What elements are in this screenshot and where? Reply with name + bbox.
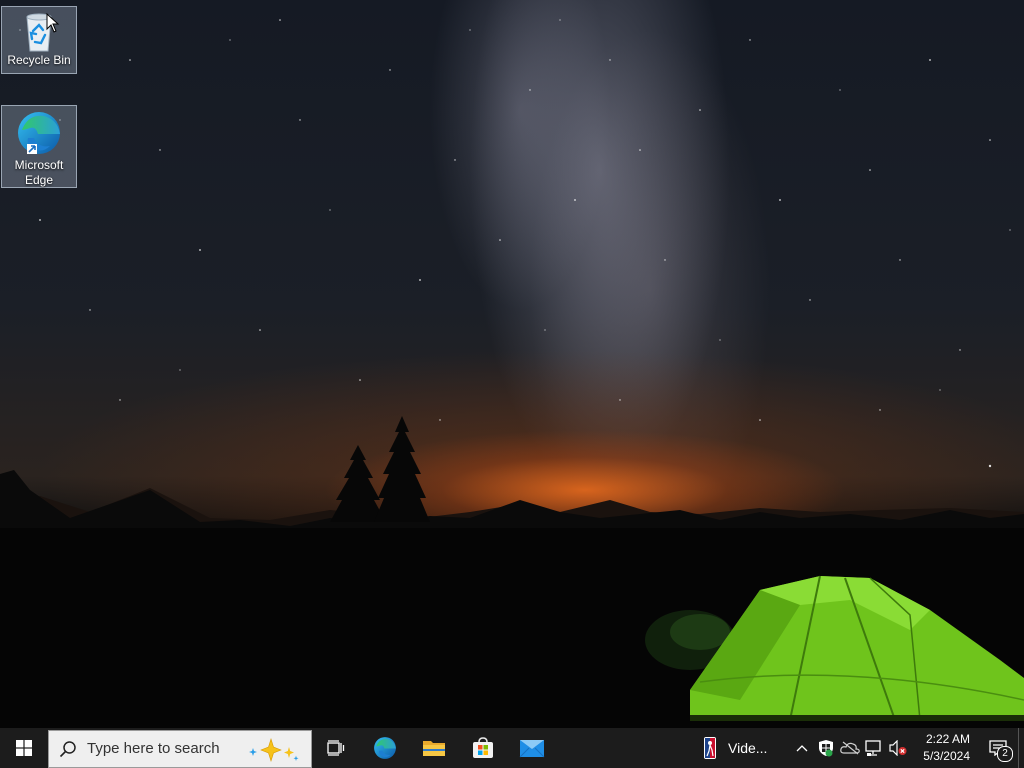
clock[interactable]: 2:22 AM 5/3/2024 [916, 731, 970, 765]
store-icon [472, 737, 493, 758]
search-input[interactable] [87, 740, 257, 757]
network-icon [865, 740, 881, 756]
folder-icon [422, 741, 445, 756]
tray-windows-security[interactable] [814, 728, 838, 768]
edge-label: Microsoft Edge [14, 158, 64, 187]
show-desktop-button[interactable] [1018, 728, 1024, 768]
chevron-up-icon [796, 745, 808, 752]
notification-count-badge: 2 [997, 746, 1013, 762]
taskbar: Vide... [0, 728, 1024, 768]
search-icon [59, 740, 77, 758]
onedrive-offline-icon [840, 741, 860, 755]
taskbar-app-store[interactable] [458, 728, 507, 768]
volume-muted-icon [889, 740, 907, 756]
tray-network[interactable] [862, 728, 886, 768]
desktop-icon-microsoft-edge[interactable]: Microsoft Edge [1, 105, 77, 188]
mail-icon [519, 740, 544, 758]
windows-security-icon [819, 740, 833, 757]
recycle-bin-label: Recycle Bin [7, 53, 71, 67]
tray-volume[interactable] [886, 728, 910, 768]
task-view-icon [327, 740, 345, 756]
windows-logo-icon [16, 740, 32, 756]
tray-overflow-button[interactable] [790, 728, 814, 768]
clock-time: 2:22 AM [925, 732, 970, 746]
news-widget-text: Vide... [728, 740, 768, 756]
mouse-cursor-icon [46, 13, 60, 33]
search-box[interactable] [48, 729, 312, 768]
task-view-button[interactable] [312, 728, 360, 768]
edge-icon [18, 112, 60, 154]
action-center-button[interactable]: 2 [980, 728, 1016, 768]
news-widget-button[interactable]: Vide... [704, 728, 784, 768]
clock-date: 5/3/2024 [923, 749, 970, 763]
mountain-silhouette [0, 416, 1024, 728]
taskbar-app-file-explorer[interactable] [409, 728, 458, 768]
desktop: Recycle Bin Microsoft Edge Type here to … [0, 0, 1024, 768]
edge-icon [373, 737, 396, 759]
desktop-icon-recycle-bin[interactable]: Recycle Bin [1, 6, 77, 74]
tray-onedrive[interactable] [838, 728, 862, 768]
nba-logo-icon [704, 737, 716, 759]
system-tray: 2:22 AM 5/3/2024 2 [790, 728, 1024, 768]
start-button[interactable] [0, 728, 48, 768]
sparkle-icon [249, 737, 299, 762]
taskbar-app-mail[interactable] [507, 728, 556, 768]
taskbar-app-edge[interactable] [360, 728, 409, 768]
